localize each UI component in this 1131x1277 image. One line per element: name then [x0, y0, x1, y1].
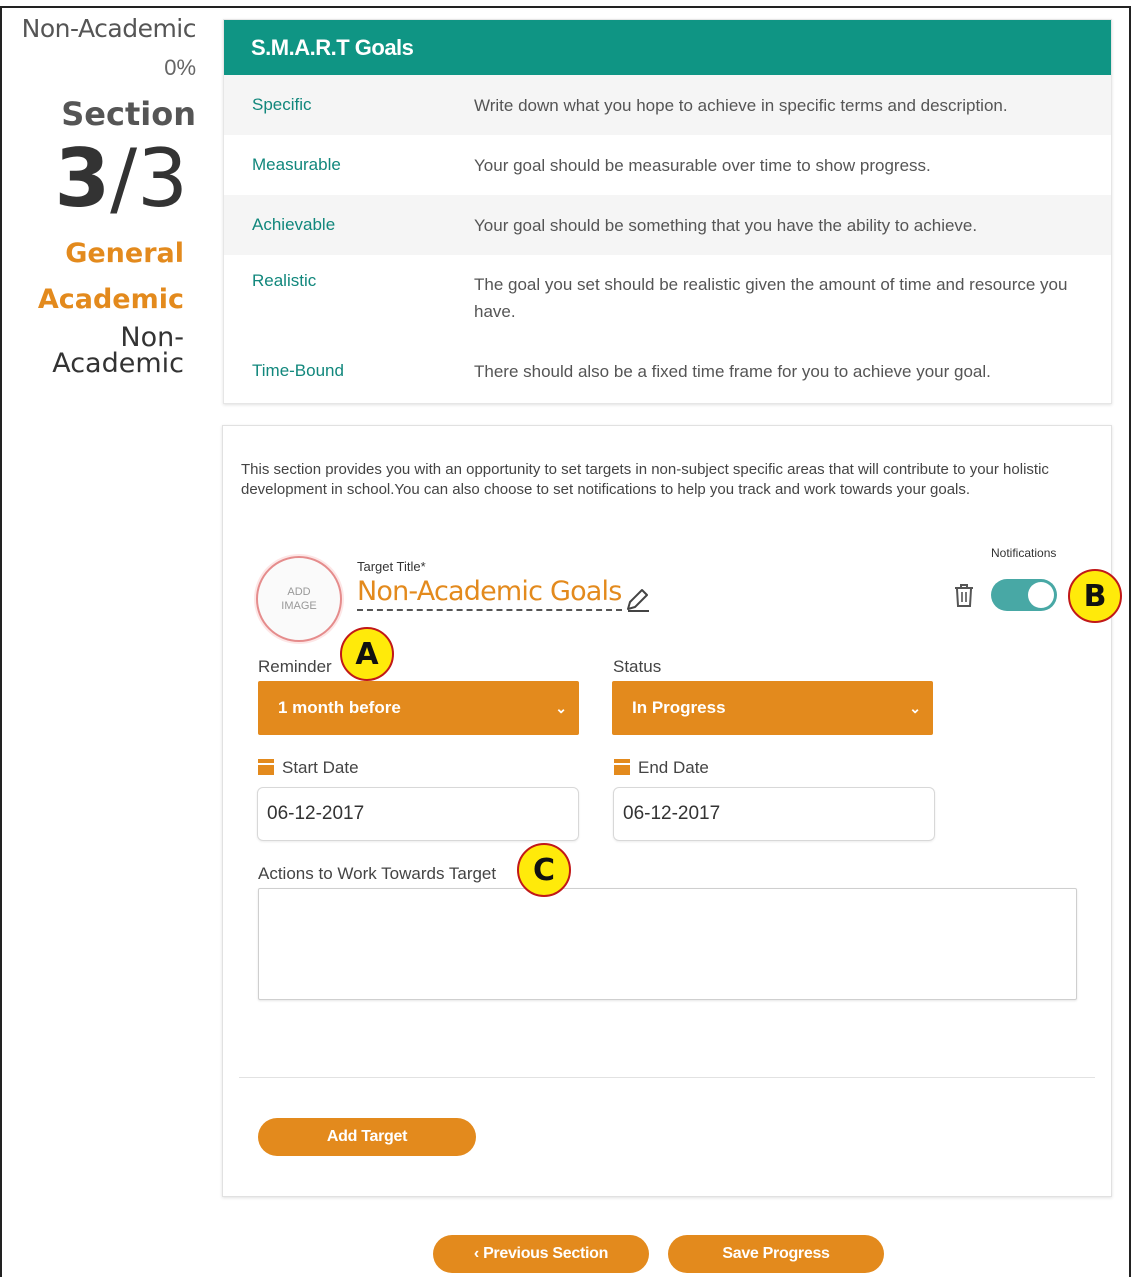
- smart-term: Measurable: [252, 155, 341, 174]
- smart-row-realistic: Realistic The goal you set should be rea…: [224, 255, 1111, 341]
- start-date-label-text: Start Date: [282, 758, 359, 777]
- smart-row-time-bound: Time-Bound There should also be a fixed …: [224, 341, 1111, 401]
- section-total: 3: [137, 132, 188, 225]
- status-value: In Progress: [632, 698, 726, 717]
- callout-marker-b: B: [1068, 569, 1122, 623]
- smart-row-specific: Specific Write down what you hope to ach…: [224, 75, 1111, 135]
- smart-goals-title: S.M.A.R.T Goals: [224, 20, 1111, 75]
- edit-pencil-icon[interactable]: [623, 586, 651, 614]
- actions-textarea[interactable]: [258, 888, 1077, 1000]
- target-title-field[interactable]: Non-Academic Goals: [357, 576, 622, 611]
- divider: [239, 1077, 1095, 1078]
- smart-term: Time-Bound: [252, 361, 344, 380]
- start-date-label: Start Date: [258, 758, 359, 778]
- actions-label: Actions to Work Towards Target: [258, 864, 497, 883]
- notifications-toggle[interactable]: [991, 579, 1057, 611]
- section-intro-text: This section provides you with an opport…: [241, 461, 1049, 498]
- start-date-input[interactable]: 06-12-2017: [257, 787, 579, 841]
- smart-term: Specific: [252, 95, 312, 114]
- reminder-select[interactable]: 1 month before ⌄: [258, 681, 579, 735]
- add-image-label: ADD IMAGE: [281, 586, 317, 612]
- notifications-label: Notifications: [991, 546, 1057, 560]
- end-date-input[interactable]: 06-12-2017: [613, 787, 935, 841]
- target-card: This section provides you with an opport…: [222, 425, 1112, 1197]
- sidebar-section-name: Non-Academic: [21, 14, 197, 43]
- progress-sidebar: Non-Academic 0% Section 3/3 General Acad…: [20, 14, 197, 377]
- section-nav: General Academic Non- Academic: [20, 231, 196, 377]
- smart-goals-table: Specific Write down what you hope to ach…: [224, 75, 1111, 401]
- calendar-icon: [258, 759, 274, 775]
- smart-desc: Your goal should be measurable over time…: [474, 155, 931, 175]
- callout-marker-a: A: [340, 627, 394, 681]
- smart-desc: There should also be a fixed time frame …: [474, 361, 991, 381]
- smart-desc: Your goal should be something that you h…: [474, 215, 978, 235]
- smart-row-achievable: Achievable Your goal should be something…: [224, 195, 1111, 255]
- previous-section-button[interactable]: ‹ Previous Section: [433, 1235, 649, 1273]
- nav-item-non-academic[interactable]: Non- Academic: [20, 324, 184, 377]
- callout-marker-c: C: [517, 843, 571, 897]
- section-slash: /: [110, 132, 138, 225]
- reminder-value: 1 month before: [278, 698, 401, 717]
- smart-goals-panel: S.M.A.R.T Goals Specific Write down what…: [223, 19, 1112, 404]
- status-label: Status: [613, 657, 662, 676]
- add-target-button[interactable]: Add Target: [258, 1118, 476, 1156]
- section-counter: 3/3: [20, 135, 196, 223]
- nav-item-general[interactable]: General: [20, 231, 184, 277]
- nav-item-academic[interactable]: Academic: [20, 277, 184, 323]
- smart-row-measurable: Measurable Your goal should be measurabl…: [224, 135, 1111, 195]
- smart-term: Achievable: [252, 215, 336, 234]
- reminder-label: Reminder: [258, 657, 332, 676]
- section-current: 3: [54, 132, 111, 225]
- smart-term: Realistic: [252, 271, 317, 290]
- end-date-label-text: End Date: [638, 758, 709, 777]
- progress-percent: 0%: [164, 55, 196, 80]
- chevron-down-icon: ⌄: [909, 700, 921, 716]
- toggle-knob: [1028, 582, 1054, 608]
- section-heading: Section: [61, 95, 196, 133]
- smart-desc: The goal you set should be realistic giv…: [474, 275, 1068, 321]
- calendar-icon: [614, 759, 630, 775]
- chevron-down-icon: ⌄: [555, 700, 567, 716]
- target-title-label: Target Title*: [357, 559, 426, 574]
- trash-icon[interactable]: [952, 582, 976, 608]
- end-date-label: End Date: [614, 758, 709, 778]
- status-select[interactable]: In Progress ⌄: [612, 681, 933, 735]
- smart-desc: Write down what you hope to achieve in s…: [474, 95, 1008, 115]
- save-progress-button[interactable]: Save Progress: [668, 1235, 884, 1273]
- add-image-button[interactable]: ADD IMAGE: [256, 556, 342, 642]
